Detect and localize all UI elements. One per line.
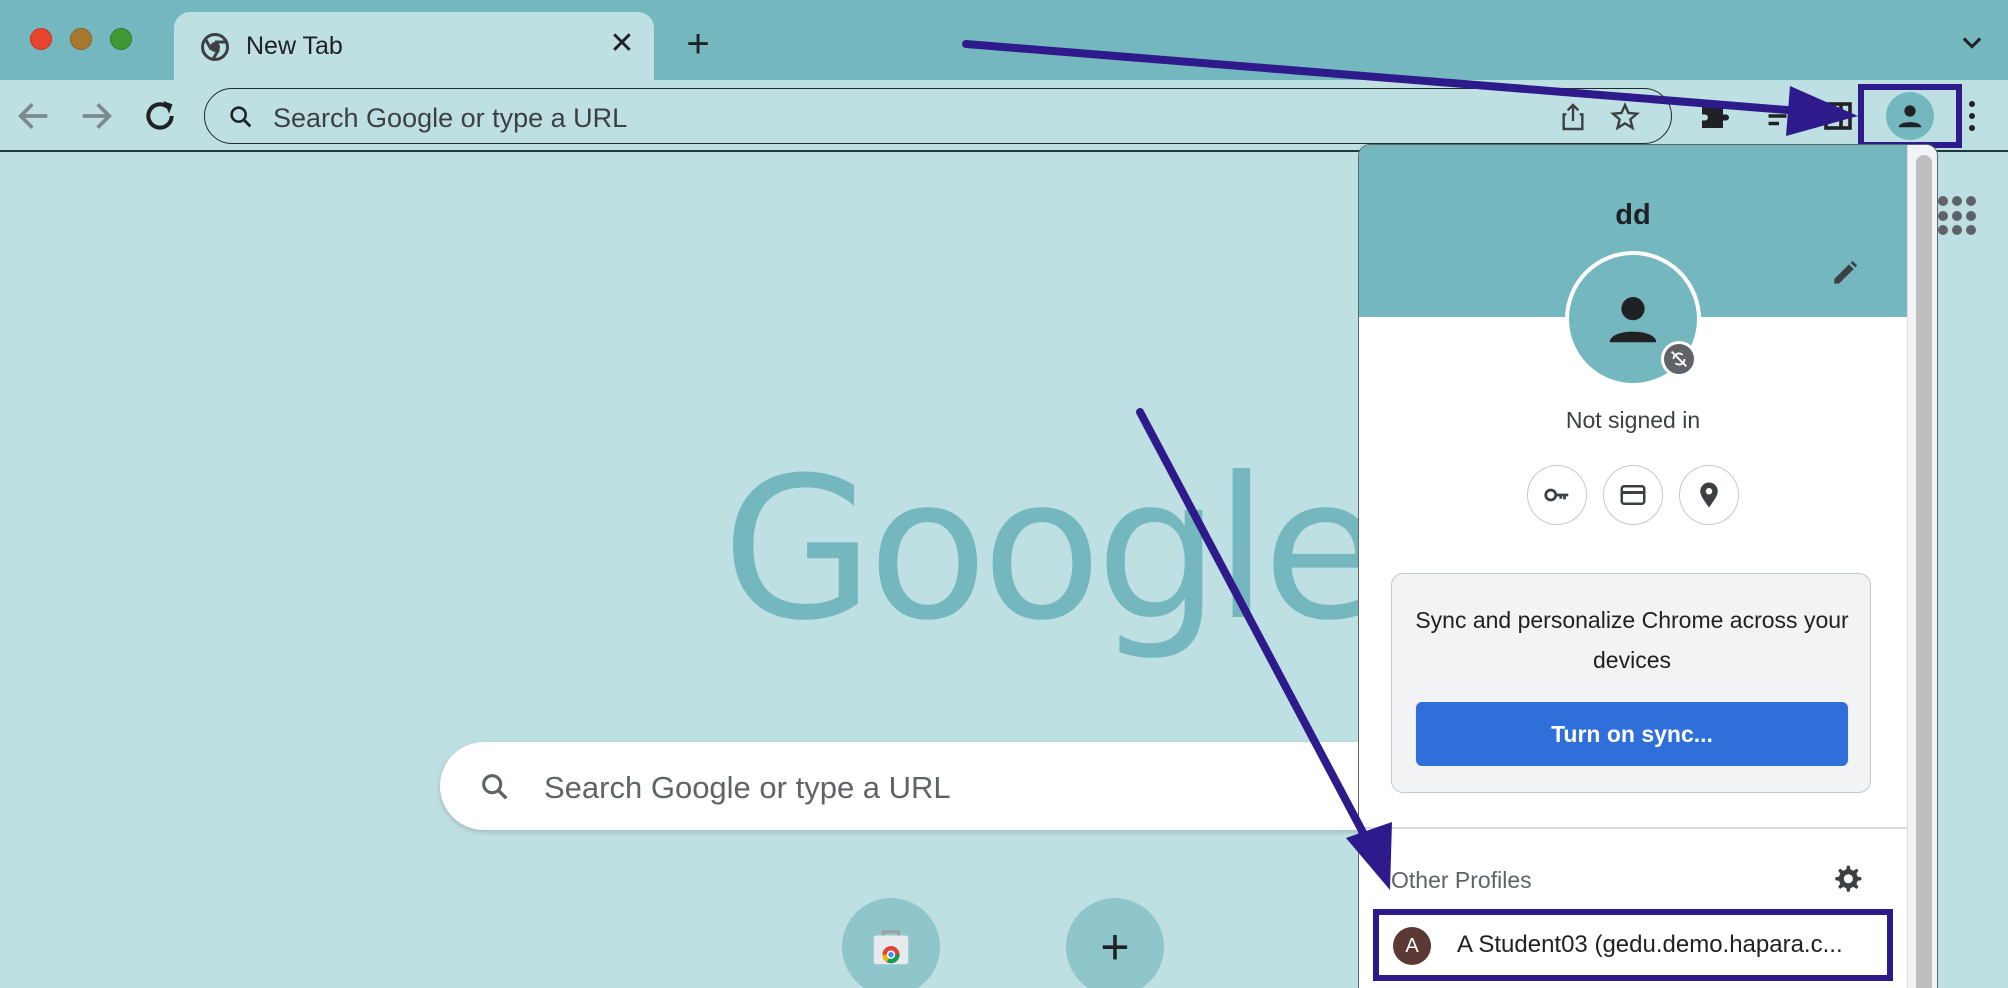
tab-new-tab[interactable]: New Tab ✕	[174, 12, 654, 80]
reload-icon[interactable]	[140, 96, 180, 136]
turn-on-sync-button[interactable]: Turn on sync...	[1416, 702, 1848, 766]
sync-off-icon	[1661, 341, 1697, 377]
profile-menu-scrollbar[interactable]	[1907, 145, 1937, 988]
search-icon	[230, 106, 252, 128]
side-panel-icon[interactable]	[1820, 98, 1856, 134]
other-profiles-heading: Other Profiles	[1391, 867, 1532, 893]
chevron-down-icon[interactable]	[1958, 28, 1986, 56]
extensions-icon[interactable]	[1696, 98, 1732, 134]
other-profile-item[interactable]: A A Student03 (gedu.demo.hapara.c...	[1373, 909, 1893, 981]
web-store-icon	[873, 930, 909, 965]
signin-status: Not signed in	[1565, 407, 1701, 433]
profile-avatar	[1886, 92, 1934, 140]
shortcut-web-store[interactable]	[842, 898, 940, 988]
key-icon	[1544, 488, 1569, 502]
add-shortcut-button[interactable]: +	[1066, 898, 1164, 988]
person-icon	[1609, 297, 1657, 343]
address-bar-placeholder: Search Google or type a URL	[273, 103, 628, 133]
sync-promo-text: Sync and personalize Chrome across your …	[1415, 607, 1849, 673]
person-icon	[1898, 105, 1922, 128]
menu-divider	[1359, 827, 1907, 829]
ntp-search-placeholder: Search Google or type a URL	[544, 770, 951, 805]
google-logo: Google	[722, 436, 1383, 664]
other-profile-avatar: A	[1393, 927, 1431, 965]
tab-strip: New Tab ✕ +	[0, 0, 2008, 80]
search-icon	[482, 774, 508, 800]
more-vert-icon[interactable]	[1960, 98, 1984, 134]
plus-icon: +	[1100, 919, 1130, 975]
close-icon[interactable]: ✕	[606, 28, 638, 60]
ntp-search-box[interactable]: Search Google or type a URL	[440, 742, 1420, 830]
profile-button[interactable]	[1858, 84, 1962, 148]
passwords-button[interactable]	[1527, 465, 1587, 525]
address-bar[interactable]: Search Google or type a URL	[204, 88, 1672, 144]
chrome-logo-icon	[201, 33, 229, 61]
star-icon[interactable]	[1609, 101, 1641, 133]
window-zoom-button[interactable]	[110, 28, 132, 50]
profile-menu: dd Not signed in Sync and personalize Ch…	[1358, 144, 1938, 988]
addresses-button[interactable]	[1679, 465, 1739, 525]
window-minimize-button[interactable]	[70, 28, 92, 50]
other-profile-label: A Student03 (gedu.demo.hapara.c...	[1457, 931, 1843, 958]
location-pin-icon	[1700, 482, 1718, 508]
sync-promo-card: Sync and personalize Chrome across your …	[1391, 573, 1871, 793]
credit-card-icon	[1620, 485, 1646, 505]
share-icon[interactable]	[1557, 101, 1589, 133]
gear-icon[interactable]	[1831, 863, 1863, 895]
forward-icon[interactable]	[76, 96, 116, 136]
reading-list-icon[interactable]	[1764, 98, 1800, 134]
window-close-button[interactable]	[30, 28, 52, 50]
apps-grid-icon[interactable]	[1938, 196, 1978, 236]
back-icon[interactable]	[14, 96, 54, 136]
payment-methods-button[interactable]	[1603, 465, 1663, 525]
profile-name: dd	[1615, 199, 1651, 231]
new-tab-button[interactable]: +	[680, 24, 716, 64]
toolbar: Search Google or type a URL	[0, 80, 2008, 152]
scrollbar-thumb[interactable]	[1916, 155, 1932, 988]
edit-icon[interactable]	[1829, 257, 1861, 289]
tab-title: New Tab	[246, 32, 343, 60]
